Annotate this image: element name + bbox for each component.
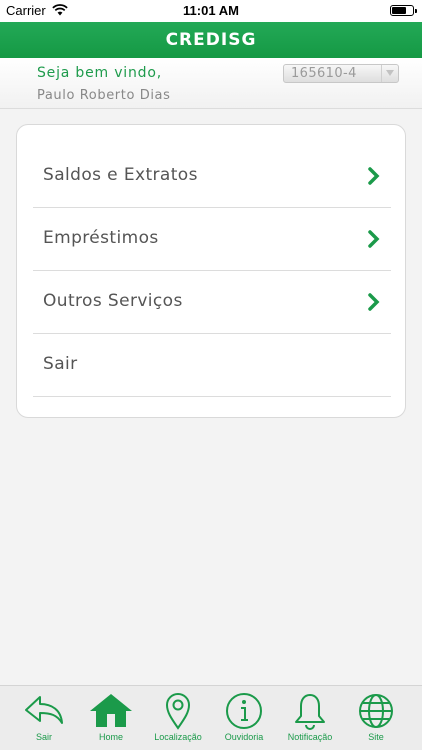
user-name: Paulo Roberto Dias: [37, 88, 171, 103]
status-time: 11:01 AM: [183, 3, 239, 18]
chevron-right-icon: [368, 230, 380, 248]
battery-icon: [390, 5, 417, 16]
menu-item-saldos-extratos[interactable]: Saldos e Extratos: [33, 145, 391, 208]
menu-item-label: Empréstimos: [43, 228, 159, 248]
home-icon: [90, 694, 132, 727]
menu-item-outros-servicos[interactable]: Outros Serviços: [33, 271, 391, 334]
welcome-panel: Seja bem vindo, Paulo Roberto Dias 16561…: [0, 58, 422, 109]
tab-label: Home: [98, 732, 123, 742]
bell-icon: [295, 694, 325, 730]
app-title: CREDISG: [165, 30, 257, 50]
tab-label: Sair: [35, 732, 52, 742]
info-icon: [226, 693, 262, 729]
menu-card: Saldos e Extratos Empréstimos Outros Ser…: [16, 124, 406, 418]
tab-notificacao[interactable]: Notificação: [275, 686, 345, 750]
menu-item-sair[interactable]: Sair: [33, 334, 391, 397]
menu-item-emprestimos[interactable]: Empréstimos: [33, 208, 391, 271]
status-bar: Carrier 11:01 AM: [0, 0, 422, 22]
menu-item-label: Saldos e Extratos: [43, 165, 198, 185]
back-arrow-icon: [25, 696, 63, 724]
menu-item-label: Sair: [43, 354, 78, 374]
tab-sair[interactable]: Sair: [9, 686, 79, 750]
chevron-right-icon: [368, 293, 380, 311]
account-number: 165610-4: [291, 66, 357, 81]
dropdown-arrow-icon: [381, 65, 398, 82]
tab-bar: Sair Home Localização Ouvidoria Notifica…: [0, 685, 422, 750]
tab-label: Ouvidoria: [224, 732, 264, 742]
tab-site[interactable]: Site: [341, 686, 411, 750]
tab-label: Notificação: [287, 732, 333, 742]
tab-label: Localização: [154, 732, 202, 742]
tab-label: Site: [368, 732, 384, 742]
account-select[interactable]: 165610-4: [283, 64, 399, 83]
welcome-greeting: Seja bem vindo,: [37, 65, 162, 81]
app-title-bar: CREDISG: [0, 22, 422, 58]
chevron-right-icon: [368, 167, 380, 185]
location-pin-icon: [165, 693, 191, 730]
menu-item-label: Outros Serviços: [43, 291, 183, 311]
tab-ouvidoria[interactable]: Ouvidoria: [209, 686, 279, 750]
tab-localizacao[interactable]: Localização: [143, 686, 213, 750]
tab-home[interactable]: Home: [76, 686, 146, 750]
globe-icon: [359, 694, 393, 728]
